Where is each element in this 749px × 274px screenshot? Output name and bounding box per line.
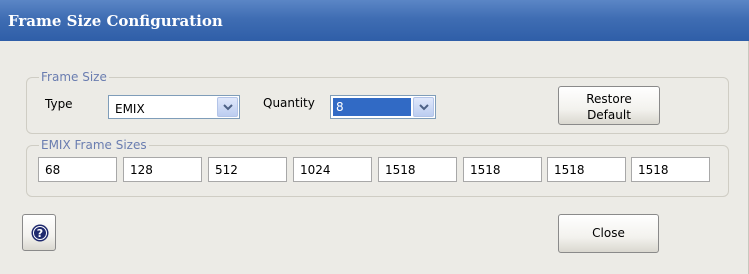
restore-default-label-line1: Restore [586, 92, 632, 106]
frame-size-field-8[interactable]: 1518 [631, 157, 710, 182]
frame-size-field-1[interactable]: 68 [38, 157, 117, 182]
frame-size-field-7[interactable]: 1518 [547, 157, 626, 182]
frame-size-value: 1518 [638, 163, 669, 177]
type-label: Type [45, 97, 73, 111]
frame-size-dialog: Frame Size Configuration Frame Size Type… [0, 0, 749, 274]
quantity-dropdown-chevron-down-icon[interactable] [413, 97, 434, 117]
quantity-dropdown-value: 8 [333, 98, 411, 116]
frame-size-value: 1518 [385, 163, 416, 177]
type-dropdown-chevron-down-icon[interactable] [217, 97, 238, 117]
type-dropdown-value: EMIX [115, 102, 145, 116]
frame-size-value: 512 [215, 163, 238, 177]
restore-default-button[interactable]: Restore Default [558, 86, 660, 125]
restore-default-label-line2: Default [587, 108, 631, 122]
type-dropdown[interactable]: EMIX [108, 95, 240, 119]
frame-size-field-5[interactable]: 1518 [378, 157, 457, 182]
emix-frame-sizes-group-label: EMIX Frame Sizes [39, 138, 149, 152]
frame-size-group-label: Frame Size [39, 70, 109, 84]
frame-size-value: 1024 [300, 163, 331, 177]
frame-size-field-3[interactable]: 512 [208, 157, 287, 182]
title-bar[interactable]: Frame Size Configuration [0, 0, 749, 41]
window-title: Frame Size Configuration [8, 12, 223, 30]
frame-size-value: 68 [45, 163, 61, 177]
frame-size-value: 128 [130, 163, 153, 177]
frame-size-value: 1518 [554, 163, 585, 177]
frame-size-value: 1518 [470, 163, 501, 177]
frame-size-field-2[interactable]: 128 [123, 157, 202, 182]
frame-size-field-4[interactable]: 1024 [293, 157, 372, 182]
help-button[interactable]: ? [22, 214, 56, 251]
frame-size-field-6[interactable]: 1518 [463, 157, 542, 182]
quantity-label: Quantity [263, 96, 315, 110]
quantity-dropdown[interactable]: 8 [330, 95, 436, 119]
close-button[interactable]: Close [558, 214, 659, 253]
close-button-label: Close [592, 226, 625, 240]
svg-text:?: ? [37, 227, 43, 240]
question-circle-icon: ? [31, 224, 49, 245]
